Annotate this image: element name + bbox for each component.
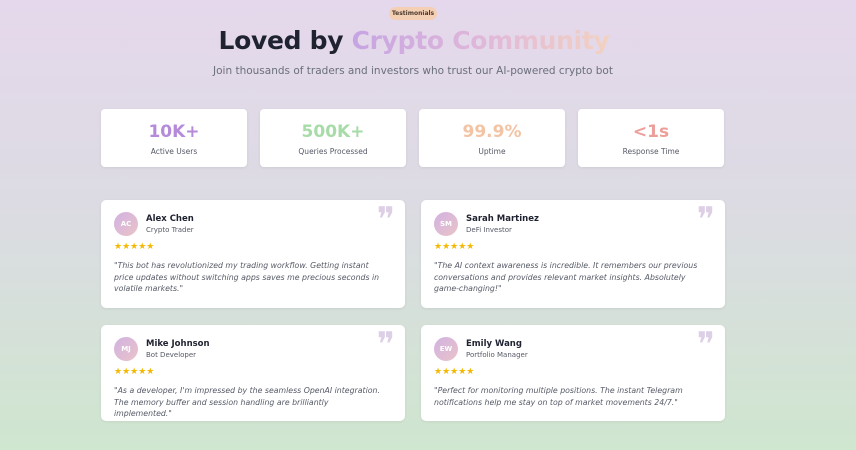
stat-card-response: <1s Response Time [578,109,724,167]
avatar: EW [434,337,458,361]
testimonial-text: "This bot has revolutionized my trading … [114,261,380,294]
author-role: Crypto Trader [146,226,194,234]
title-part-1: Loved by [218,26,344,55]
page-title: Loved by Crypto Community [0,26,828,55]
quote-icon: ❞ [696,200,715,240]
star-rating: ★★★★★ [434,242,475,252]
stat-card-users: 10K+ Active Users [101,109,247,167]
star-rating: ★★★★★ [114,242,155,252]
avatar: AC [114,212,138,236]
author-name: Alex Chen [146,214,194,224]
author-role: DeFi Investor [466,226,512,234]
stat-value: 10K+ [148,122,200,142]
stat-label: Active Users [150,147,198,156]
author-name: Emily Wang [466,339,522,349]
stat-label: Uptime [478,147,506,156]
star-rating: ★★★★★ [434,367,475,377]
testimonial-text: "Perfect for monitoring multiple positio… [434,386,683,407]
stat-value: 99.9% [462,122,522,142]
author-name: Mike Johnson [146,339,210,349]
star-rating: ★★★★★ [114,367,155,377]
title-part-2: Crypto Community [351,26,610,55]
author-name: Sarah Martinez [466,214,539,224]
quote-icon: ❞ [376,200,395,240]
testimonial-card: AC Alex Chen Crypto Trader ❞ ★★★★★ "This… [101,200,405,308]
author-role: Bot Developer [146,351,197,359]
page-subtitle: Join thousands of traders and investors … [213,65,613,77]
stat-value: <1s [632,122,670,142]
stat-card-queries: 500K+ Queries Processed [260,109,406,167]
testimonial-text: "As a developer, I'm impressed by the se… [114,386,380,419]
testimonial-card: EW Emily Wang Portfolio Manager ❞ ★★★★★ … [421,325,725,421]
testimonial-card: MJ Mike Johnson Bot Developer ❞ ★★★★★ "A… [101,325,405,421]
author-role: Portfolio Manager [466,351,528,359]
stat-card-uptime: 99.9% Uptime [419,109,565,167]
section-badge: Testimonials [389,7,437,20]
stat-value: 500K+ [301,122,365,142]
avatar: MJ [114,337,138,361]
stat-label: Queries Processed [298,147,368,156]
avatar: SM [434,212,458,236]
quote-icon: ❞ [696,325,715,365]
testimonial-text: "The AI context awareness is incredible.… [434,261,698,294]
quote-icon: ❞ [376,325,395,365]
testimonial-card: SM Sarah Martinez DeFi Investor ❞ ★★★★★ … [421,200,725,308]
stat-label: Response Time [622,147,680,156]
